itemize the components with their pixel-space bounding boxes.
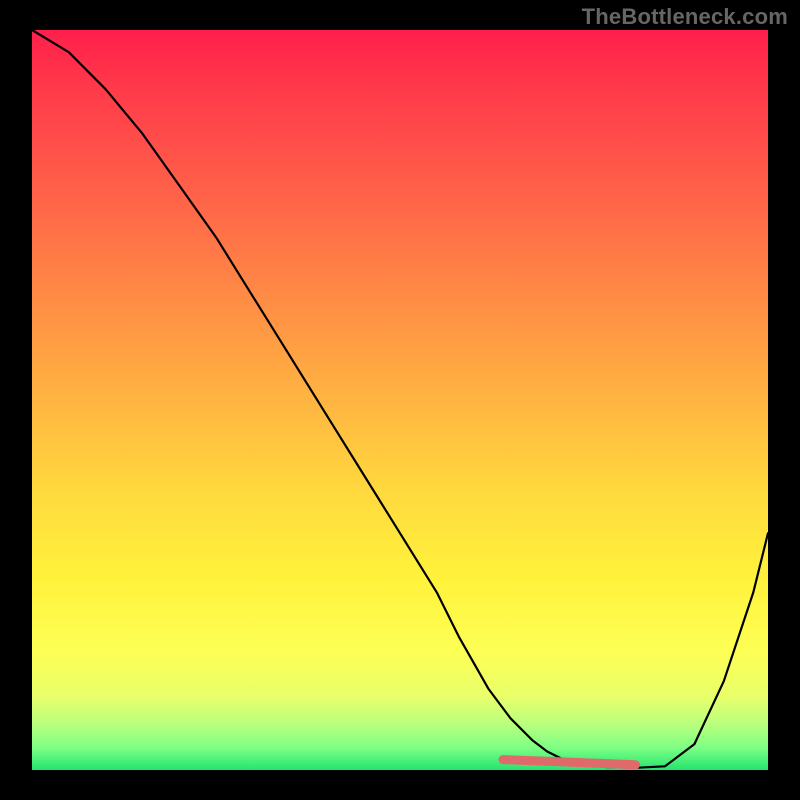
app-frame: TheBottleneck.com xyxy=(0,0,800,800)
chart-svg xyxy=(32,30,768,770)
watermark-text: TheBottleneck.com xyxy=(582,4,788,30)
bottleneck-curve-path xyxy=(32,30,768,768)
optimal-band-segment xyxy=(503,760,636,765)
chart-area xyxy=(32,30,768,770)
